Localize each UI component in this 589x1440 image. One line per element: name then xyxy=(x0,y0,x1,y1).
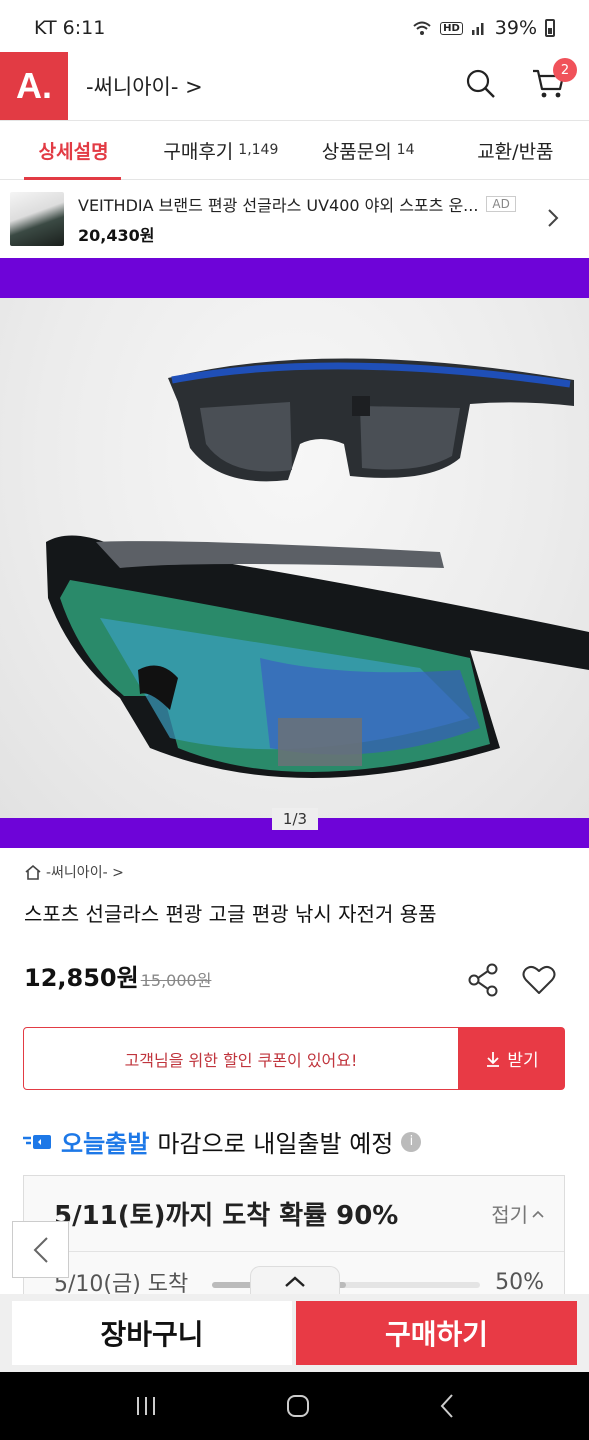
battery-icon xyxy=(545,19,555,37)
delivery-headline: 5/11(토)까지 도착 확률 90% xyxy=(54,1201,399,1231)
ad-thumbnail xyxy=(10,192,64,246)
buy-now-button[interactable]: 구매하기 xyxy=(296,1301,577,1365)
ad-title-row: VEITHDIA 브랜드 편광 선글라스 UV400 야외 스포츠 운... A… xyxy=(78,192,518,216)
share-icon xyxy=(468,963,498,997)
back-nav-icon[interactable] xyxy=(439,1393,455,1419)
sunglasses-image xyxy=(46,358,589,778)
chevron-left-icon xyxy=(33,1236,48,1263)
tab-details[interactable]: 상세설명 xyxy=(0,121,147,180)
product-gallery[interactable]: 1/3 xyxy=(0,258,589,848)
delivery-probability: 50% xyxy=(495,1269,544,1295)
hd-icon: HD xyxy=(440,21,463,35)
product-info: -써니아이- > 스포츠 선글라스 편광 고글 편광 낚시 자전거 용품 12,… xyxy=(24,862,569,997)
app-bar: A. -써니아이- > 2 xyxy=(0,52,589,120)
ad-badge: AD xyxy=(486,196,516,212)
add-to-cart-button[interactable]: 장바구니 xyxy=(12,1301,292,1365)
system-nav-bar xyxy=(0,1372,589,1440)
recent-apps-icon[interactable] xyxy=(134,1395,158,1417)
tab-exchange-return[interactable]: 교환/반품 xyxy=(442,121,589,179)
store-link[interactable]: -써니아이- > xyxy=(24,862,569,882)
heart-icon xyxy=(522,965,556,994)
home-icon xyxy=(25,864,41,880)
shipping-brand: 오늘출발 xyxy=(61,1130,150,1158)
search-button[interactable] xyxy=(461,64,501,104)
search-icon xyxy=(466,69,495,98)
status-icons: HD 39% xyxy=(412,17,555,39)
signal-icon xyxy=(471,23,484,35)
product-image xyxy=(0,298,589,818)
coupon-message[interactable]: 고객님을 위한 할인 쿠폰이 있어요! xyxy=(23,1027,459,1090)
coupon-banner: 고객님을 위한 할인 쿠폰이 있어요! 받기 xyxy=(23,1027,565,1090)
delivery-header: 5/11(토)까지 도착 확률 90% 접기 xyxy=(24,1176,564,1252)
wifi-icon xyxy=(413,21,431,35)
ad-price: 20,430원 xyxy=(78,226,155,245)
chevron-up-icon xyxy=(532,1210,544,1218)
cart-button[interactable]: 2 xyxy=(529,58,577,104)
shop-name-link[interactable]: -써니아이- > xyxy=(86,71,203,101)
tray-handle[interactable] xyxy=(250,1266,340,1296)
collapse-button[interactable]: 접기 xyxy=(491,1199,544,1228)
download-icon xyxy=(487,1051,500,1067)
tab-count: 1,149 xyxy=(238,142,279,158)
home-nav-icon[interactable] xyxy=(285,1393,311,1419)
tab-count: 14 xyxy=(396,142,415,158)
coupon-button-label: 받기 xyxy=(507,1051,539,1071)
gallery-pager: 1/3 xyxy=(272,808,318,830)
sale-price: 12,850원 xyxy=(24,964,139,992)
tab-label: 교환/반품 xyxy=(477,140,554,163)
carrier-time: KT 6:11 xyxy=(34,17,106,39)
shipping-info: 오늘출발 마감으로 내일출발 예정 i xyxy=(23,1124,565,1159)
back-button[interactable] xyxy=(12,1221,69,1278)
tab-label: 상세설명 xyxy=(38,140,109,163)
logo[interactable]: A. xyxy=(0,52,68,120)
ad-banner[interactable]: VEITHDIA 브랜드 편광 선글라스 UV400 야외 스포츠 운... A… xyxy=(0,180,589,258)
share-button[interactable] xyxy=(466,962,502,1002)
ad-text: VEITHDIA 브랜드 편광 선글라스 UV400 야외 스포츠 운... A… xyxy=(78,192,518,246)
store-name: -써니아이- > xyxy=(46,865,124,881)
status-bar: KT 6:11 HD 39% xyxy=(0,0,589,56)
ad-title: VEITHDIA 브랜드 편광 선글라스 UV400 야외 스포츠 운... xyxy=(78,196,479,215)
original-price: 15,000원 xyxy=(140,971,212,990)
shipping-text: 마감으로 내일출발 예정 xyxy=(157,1130,394,1158)
product-tabs: 상세설명 구매후기 1,149 상품문의 14 교환/반품 xyxy=(0,120,589,180)
coupon-download-button[interactable]: 받기 xyxy=(459,1027,565,1090)
product-title: 스포츠 선글라스 편광 고글 편광 낚시 자전거 용품 xyxy=(24,902,437,926)
tab-label: 구매후기 xyxy=(163,140,234,163)
battery-percent: 39% xyxy=(494,17,537,39)
chevron-up-icon xyxy=(285,1275,305,1287)
chevron-right-icon xyxy=(548,209,559,227)
info-icon[interactable]: i xyxy=(401,1131,422,1152)
app-bar-actions: 2 xyxy=(461,58,577,104)
collapse-label: 접기 xyxy=(491,1203,528,1227)
cart-count-badge: 2 xyxy=(553,58,577,82)
tab-label: 상품문의 xyxy=(321,140,392,163)
fast-delivery-icon xyxy=(23,1134,51,1149)
price-row: 12,850원 15,000원 xyxy=(24,958,211,993)
tab-reviews[interactable]: 구매후기 1,149 xyxy=(147,121,294,179)
like-button[interactable] xyxy=(521,962,557,1002)
tab-inquiries[interactable]: 상품문의 14 xyxy=(295,121,442,179)
purchase-bar: 장바구니 구매하기 xyxy=(0,1294,589,1372)
